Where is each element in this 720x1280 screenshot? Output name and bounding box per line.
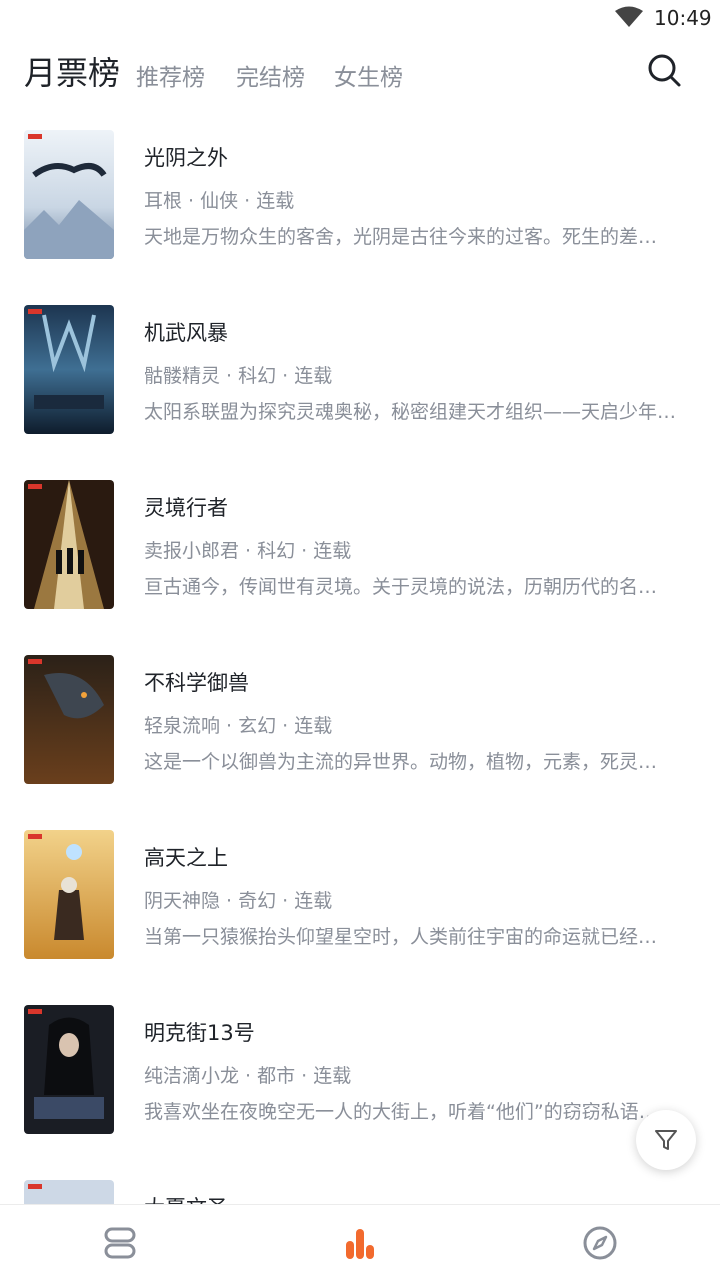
discover-compass-icon[interactable] (580, 1223, 620, 1263)
book-cover (24, 130, 114, 259)
tab-monthly-ticket[interactable]: 月票榜 (24, 48, 120, 94)
bookshelf-icon[interactable] (100, 1223, 140, 1263)
tab-female[interactable]: 女生榜 (334, 58, 403, 92)
book-description: 亘古通今，传闻世有灵境。关于灵境的说法，历朝历代的名… (144, 576, 658, 598)
book-item[interactable]: 高天之上 阴天神隐 · 奇幻 · 连载 当第一只猿猴抬头仰望星空时，人类前往宇宙… (0, 830, 720, 960)
wifi-icon (615, 6, 643, 27)
search-icon[interactable] (644, 50, 684, 90)
book-title: 不科学御兽 (144, 671, 249, 695)
book-item[interactable]: 不科学御兽 轻泉流响 · 玄幻 · 连载 这是一个以御兽为主流的异世界。动物，植… (0, 655, 720, 785)
book-title: 灵境行者 (144, 496, 228, 520)
book-cover (24, 480, 114, 609)
book-description: 我喜欢坐在夜晚空无一人的大街上，听着“他们”的窃窃私语… (144, 1101, 658, 1123)
book-item[interactable]: 大夏文圣 (0, 1180, 720, 1204)
book-meta: 阴天神隐 · 奇幻 · 连载 (144, 890, 333, 912)
book-meta: 纯洁滴小龙 · 都市 · 连载 (144, 1065, 352, 1087)
ranking-icon[interactable] (340, 1223, 380, 1263)
status-bar: 10:49 (0, 0, 720, 36)
book-cover (24, 830, 114, 959)
book-description: 天地是万物众生的客舍，光阴是古往今来的过客。死生的差… (144, 226, 658, 248)
book-cover (24, 1180, 114, 1204)
book-cover (24, 1005, 114, 1134)
book-item[interactable]: 灵境行者 卖报小郎君 · 科幻 · 连载 亘古通今，传闻世有灵境。关于灵境的说法… (0, 480, 720, 610)
book-title: 光阴之外 (144, 146, 228, 170)
filter-button[interactable] (636, 1110, 696, 1170)
book-title: 机武风暴 (144, 321, 228, 345)
book-list: 光阴之外 耳根 · 仙侠 · 连载 天地是万物众生的客舍，光阴是古往今来的过客。… (0, 130, 720, 1204)
book-cover (24, 655, 114, 784)
book-title: 高天之上 (144, 846, 228, 870)
book-meta: 卖报小郎君 · 科幻 · 连载 (144, 540, 352, 562)
tab-completed[interactable]: 完结榜 (236, 58, 305, 92)
book-meta: 骷髅精灵 · 科幻 · 连载 (144, 365, 333, 387)
book-item[interactable]: 明克街13号 纯洁滴小龙 · 都市 · 连载 我喜欢坐在夜晚空无一人的大街上，听… (0, 1005, 720, 1135)
book-meta: 轻泉流响 · 玄幻 · 连载 (144, 715, 333, 737)
book-description: 当第一只猿猴抬头仰望星空时，人类前往宇宙的命运就已经… (144, 926, 658, 948)
filter-icon (655, 1130, 677, 1150)
book-item[interactable]: 光阴之外 耳根 · 仙侠 · 连载 天地是万物众生的客舍，光阴是古往今来的过客。… (0, 130, 720, 260)
status-time: 10:49 (654, 6, 712, 30)
book-description: 太阳系联盟为探究灵魂奥秘，秘密组建天才组织——天启少年… (144, 401, 677, 423)
bottom-nav (0, 1204, 720, 1280)
book-title: 明克街13号 (144, 1021, 255, 1045)
book-description: 这是一个以御兽为主流的异世界。动物，植物，元素，死灵… (144, 751, 658, 773)
book-title: 大夏文圣 (144, 1192, 228, 1204)
book-item[interactable]: 机武风暴 骷髅精灵 · 科幻 · 连载 太阳系联盟为探究灵魂奥秘，秘密组建天才组… (0, 305, 720, 435)
book-meta: 耳根 · 仙侠 · 连载 (144, 190, 295, 212)
tab-recommend[interactable]: 推荐榜 (136, 58, 205, 92)
ranking-header: 月票榜 推荐榜 完结榜 女生榜 (0, 44, 720, 104)
book-cover (24, 305, 114, 434)
